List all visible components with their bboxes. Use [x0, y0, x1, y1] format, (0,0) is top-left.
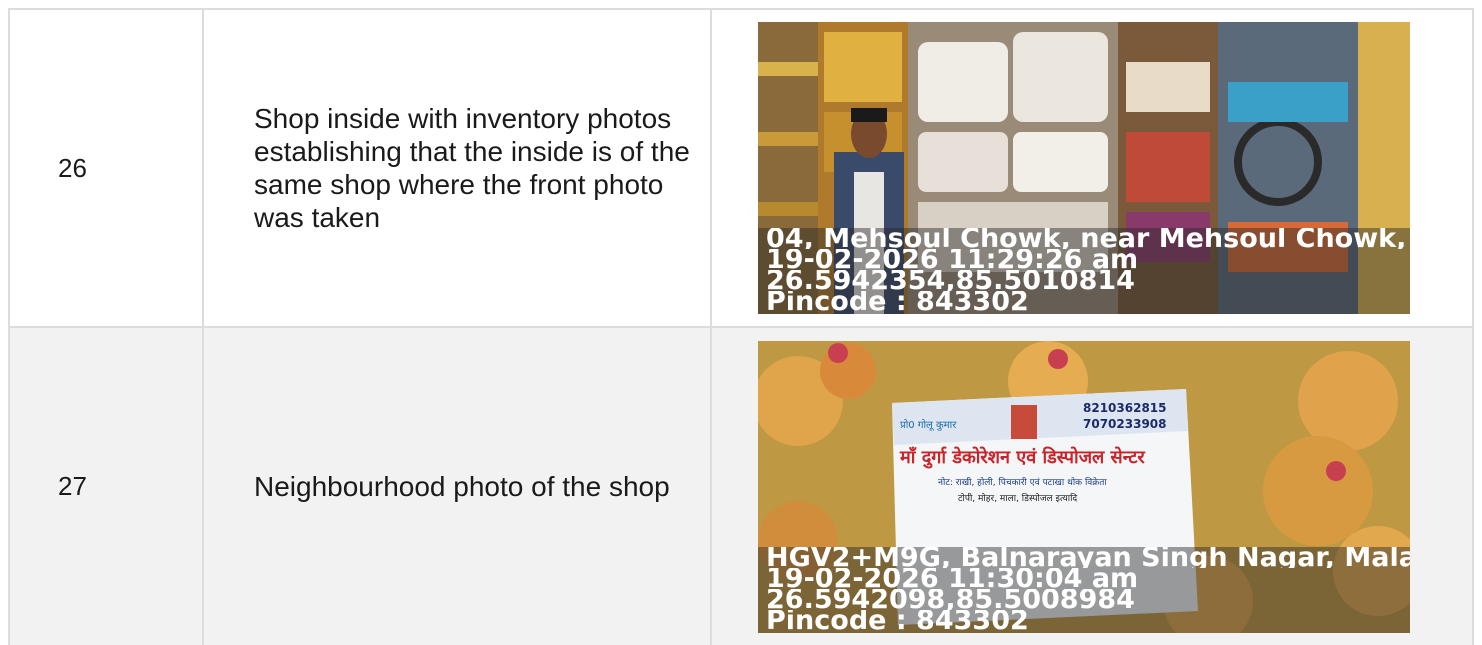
stamp-coordinates: 26.5942354,85.5010814 [766, 270, 1135, 291]
stamp-pincode: Pincode : 843302 [766, 291, 1029, 312]
stamp-datetime: 19-02-2026 11:30:04 am [766, 567, 1139, 589]
row-description: Shop inside with inventory photos establ… [202, 8, 712, 328]
stamp-address: HGV2+M9G, Balnarayan Singh Nagar, Malah [766, 546, 1410, 568]
business-card-photo: प्रो0 गोलू कुमार 8210362815 7070233908 म… [758, 340, 1410, 633]
photo-cell: प्रो0 गोलू कुमार 8210362815 7070233908 म… [710, 326, 1474, 645]
stamp-pincode: Pincode : 843302 [766, 609, 1029, 631]
row-number: 26 [8, 8, 204, 328]
shop-inside-photo: 04, Mehsoul Chowk, near Mehsoul Chowk, .… [758, 22, 1410, 314]
row-number: 27 [8, 326, 204, 645]
card-line-1: नोट: राखी, होली, पिचकारी एवं पटाखा थोक व… [938, 477, 1107, 488]
row-description: Neighbourhood photo of the shop [202, 326, 712, 645]
stamp-address: 04, Mehsoul Chowk, near Mehsoul Chowk, .… [766, 228, 1410, 249]
photo-cell: 04, Mehsoul Chowk, near Mehsoul Chowk, .… [710, 8, 1474, 328]
card-shop-name: माँ दुर्गा डेकोरेशन एवं डिस्पोजल सेन्टर [900, 446, 1145, 468]
stamp-datetime: 19-02-2026 11:29:26 am [766, 249, 1139, 270]
geo-stamp: HGV2+M9G, Balnarayan Singh Nagar, Malah … [758, 546, 1410, 633]
table-row: 27 Neighbourhood photo of the shop प्रो0… [8, 326, 1474, 645]
evidence-table: 26 Shop inside with inventory photos est… [8, 8, 1474, 645]
table-row: 26 Shop inside with inventory photos est… [8, 8, 1474, 328]
card-phone-1: 8210362815 [1083, 400, 1167, 415]
card-phone-2: 7070233908 [1083, 416, 1167, 431]
geo-stamp: 04, Mehsoul Chowk, near Mehsoul Chowk, .… [758, 228, 1410, 314]
stamp-coordinates: 26.5942098,85.5008984 [766, 588, 1135, 610]
card-proprietor: प्रो0 गोलू कुमार [900, 419, 957, 431]
card-line-2: टोपी, मोहर, माला, डिस्पोजल इत्यादि [958, 493, 1078, 504]
